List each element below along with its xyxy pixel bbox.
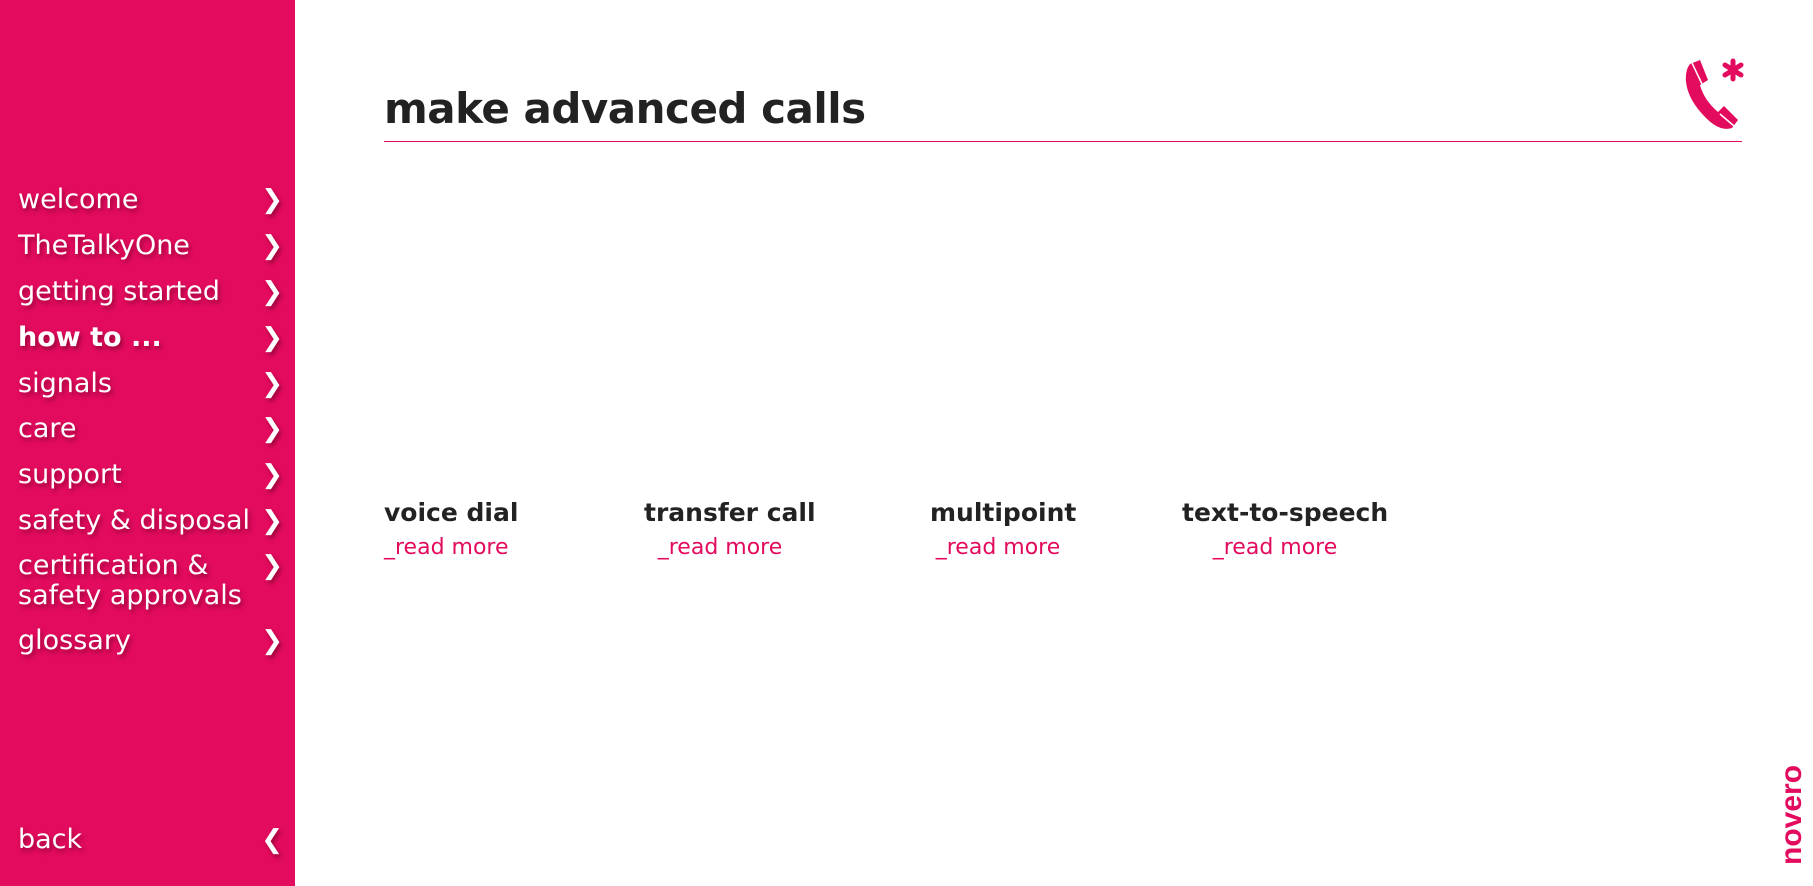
- chevron-right-icon: ❯: [261, 369, 283, 399]
- feature-multipoint: multipoint _read more: [930, 498, 1077, 560]
- nav-label: certification & safety approvals: [18, 550, 242, 611]
- chevron-right-icon: ❯: [261, 231, 283, 261]
- nav-label: signals: [18, 368, 112, 399]
- nav-label: safety & disposal: [18, 505, 250, 536]
- chevron-right-icon: ❯: [261, 551, 283, 581]
- read-more-link[interactable]: _read more: [644, 535, 796, 560]
- feature-transfer-call: transfer call _read more: [644, 498, 816, 560]
- nav-label: care: [18, 413, 77, 444]
- nav-item-support[interactable]: support ❯: [18, 459, 283, 491]
- read-more-link[interactable]: _read more: [930, 535, 1066, 560]
- sidebar-nav: welcome ❯ TheTalkyOne ❯ getting started ❯ h…: [0, 0, 295, 886]
- chevron-right-icon: ❯: [261, 626, 283, 656]
- feature-voice-dial: voice dial _read more: [384, 498, 519, 560]
- nav-item-how-to[interactable]: how to ... ❯: [18, 322, 283, 354]
- svg-text:novero: novero: [1775, 765, 1808, 865]
- novero-logo: novero: [1775, 765, 1808, 865]
- nav-label: TheTalkyOne: [18, 230, 190, 261]
- nav-label: how to ...: [18, 322, 162, 353]
- read-more-link[interactable]: _read more: [384, 535, 509, 560]
- nav-item-signals[interactable]: signals ❯: [18, 368, 283, 400]
- nav-label: glossary: [18, 625, 131, 656]
- nav-item-getting-started[interactable]: getting started ❯: [18, 276, 283, 308]
- nav-item-safety-disposal[interactable]: safety & disposal ❯: [18, 505, 283, 537]
- chevron-right-icon: ❯: [261, 277, 283, 307]
- feature-name: text-to-speech: [1182, 498, 1389, 527]
- chevron-left-icon: ❮: [261, 825, 283, 855]
- nav-label: support: [18, 459, 122, 490]
- back-button[interactable]: back ❮: [18, 824, 283, 856]
- phone-asterisk-icon: [1685, 58, 1744, 129]
- feature-name: voice dial: [384, 498, 519, 527]
- chevron-right-icon: ❯: [261, 185, 283, 215]
- feature-text-to-speech: text-to-speech _read more: [1182, 498, 1389, 560]
- nav-item-care[interactable]: care ❯: [18, 413, 283, 445]
- chevron-right-icon: ❯: [261, 460, 283, 490]
- nav-item-welcome[interactable]: welcome ❯: [18, 184, 283, 216]
- nav-label: getting started: [18, 276, 220, 307]
- title-divider: [384, 141, 1742, 142]
- chevron-right-icon: ❯: [261, 506, 283, 536]
- page-title: make advanced calls: [384, 84, 866, 133]
- nav-item-thetalkyone[interactable]: TheTalkyOne ❯: [18, 230, 283, 262]
- nav-item-certification[interactable]: certification & safety approvals ❯: [18, 551, 283, 611]
- feature-name: transfer call: [644, 498, 816, 527]
- nav-item-glossary[interactable]: glossary ❯: [18, 625, 283, 657]
- back-label: back: [18, 824, 83, 855]
- read-more-link[interactable]: _read more: [1182, 535, 1368, 560]
- chevron-right-icon: ❯: [261, 323, 283, 353]
- feature-name: multipoint: [930, 498, 1077, 527]
- chevron-right-icon: ❯: [261, 414, 283, 444]
- nav-label: welcome: [18, 184, 139, 215]
